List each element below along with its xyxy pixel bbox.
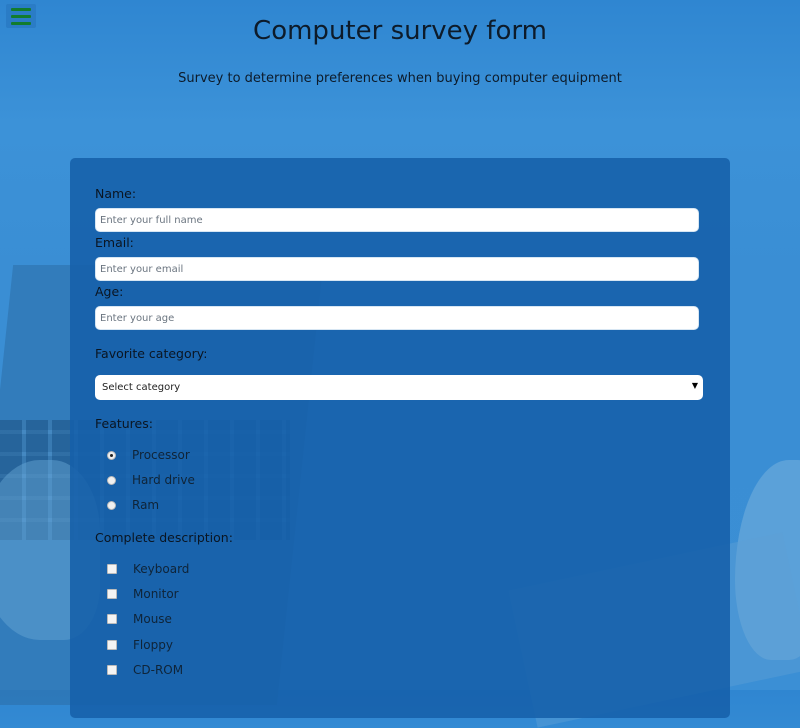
hand-illustration-right xyxy=(735,460,800,660)
category-select[interactable]: Select category ▼ xyxy=(95,375,703,400)
page-description: Survey to determine preferences when buy… xyxy=(178,71,622,86)
feature-option-processor[interactable]: Processor xyxy=(107,447,190,463)
description-option-cd-rom[interactable]: CD-ROM xyxy=(107,662,183,678)
age-input[interactable] xyxy=(95,306,699,330)
feature-option-label: Hard drive xyxy=(132,473,195,487)
feature-option-ram[interactable]: Ram xyxy=(107,497,159,513)
age-label: Age: xyxy=(95,284,124,299)
description-option-label: Monitor xyxy=(133,587,179,601)
radio-button[interactable] xyxy=(107,450,116,460)
email-input[interactable] xyxy=(95,257,699,281)
survey-form: Name: Email: Age: Favorite category: Sel… xyxy=(70,158,730,718)
name-label: Name: xyxy=(95,186,137,201)
description-option-mouse[interactable]: Mouse xyxy=(107,611,172,627)
checkbox[interactable] xyxy=(107,564,117,574)
checkbox[interactable] xyxy=(107,614,117,624)
description-option-floppy[interactable]: Floppy xyxy=(107,637,173,653)
feature-option-label: Ram xyxy=(132,498,160,512)
description-option-monitor[interactable]: Monitor xyxy=(107,586,179,602)
description-option-label: Mouse xyxy=(133,612,172,626)
category-label: Favorite category: xyxy=(95,346,208,361)
description-label: Complete description: xyxy=(95,530,233,545)
name-input[interactable] xyxy=(95,208,699,232)
features-label: Features: xyxy=(95,416,153,431)
checkbox[interactable] xyxy=(107,665,117,675)
email-label: Email: xyxy=(95,235,134,250)
description-option-label: Floppy xyxy=(133,638,173,652)
checkbox[interactable] xyxy=(107,640,117,650)
menu-bar xyxy=(11,7,31,11)
description-option-label: Keyboard xyxy=(133,562,190,576)
checkbox[interactable] xyxy=(107,589,117,599)
radio-button[interactable] xyxy=(107,475,116,485)
category-selected-value: Select category xyxy=(102,382,181,393)
feature-option-hard-drive[interactable]: Hard drive xyxy=(107,472,195,488)
radio-button[interactable] xyxy=(107,500,116,510)
dropdown-arrow-icon: ▼ xyxy=(691,381,698,390)
page-title: Computer survey form xyxy=(253,16,547,46)
description-option-label: CD-ROM xyxy=(133,663,184,677)
description-option-keyboard[interactable]: Keyboard xyxy=(107,561,189,577)
feature-option-label: Processor xyxy=(132,448,190,462)
